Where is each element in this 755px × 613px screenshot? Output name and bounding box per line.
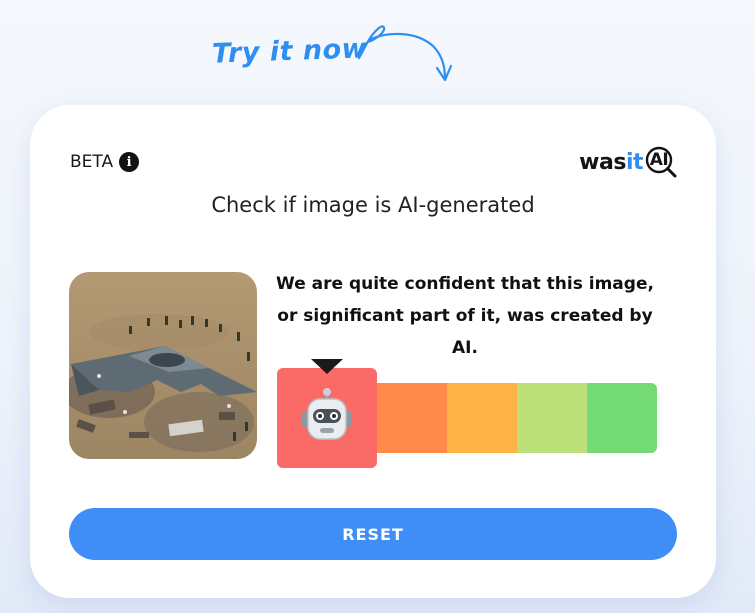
caret-down-icon <box>311 359 343 374</box>
scale-level-4 <box>517 383 587 453</box>
beta-badge: BETA i <box>70 152 140 172</box>
logo-ai-text: AI <box>649 150 669 170</box>
wasitai-logo[interactable]: was it AI <box>579 145 678 179</box>
reset-button[interactable]: RESET <box>69 508 677 560</box>
selected-level <box>277 368 377 468</box>
beta-label: BETA <box>70 152 114 172</box>
logo-was-text: was <box>579 149 626 175</box>
scale-level-5 <box>587 383 657 453</box>
info-icon[interactable]: i <box>119 152 140 172</box>
uploaded-image <box>69 272 257 459</box>
scale-level-3 <box>447 383 517 453</box>
scale-level-2 <box>377 383 447 453</box>
magnifier-icon: AI <box>644 145 678 179</box>
robot-icon <box>298 387 356 449</box>
curved-arrow-icon <box>357 25 453 82</box>
verdict-text: We are quite confident that this image, … <box>276 274 654 358</box>
logo-it-text: it <box>625 149 644 175</box>
page-title: Check if image is AI-generated <box>211 193 535 217</box>
detector-card: BETA i was it AI Check if image is AI-ge… <box>30 105 716 598</box>
try-it-now-label: Try it now <box>211 33 368 70</box>
